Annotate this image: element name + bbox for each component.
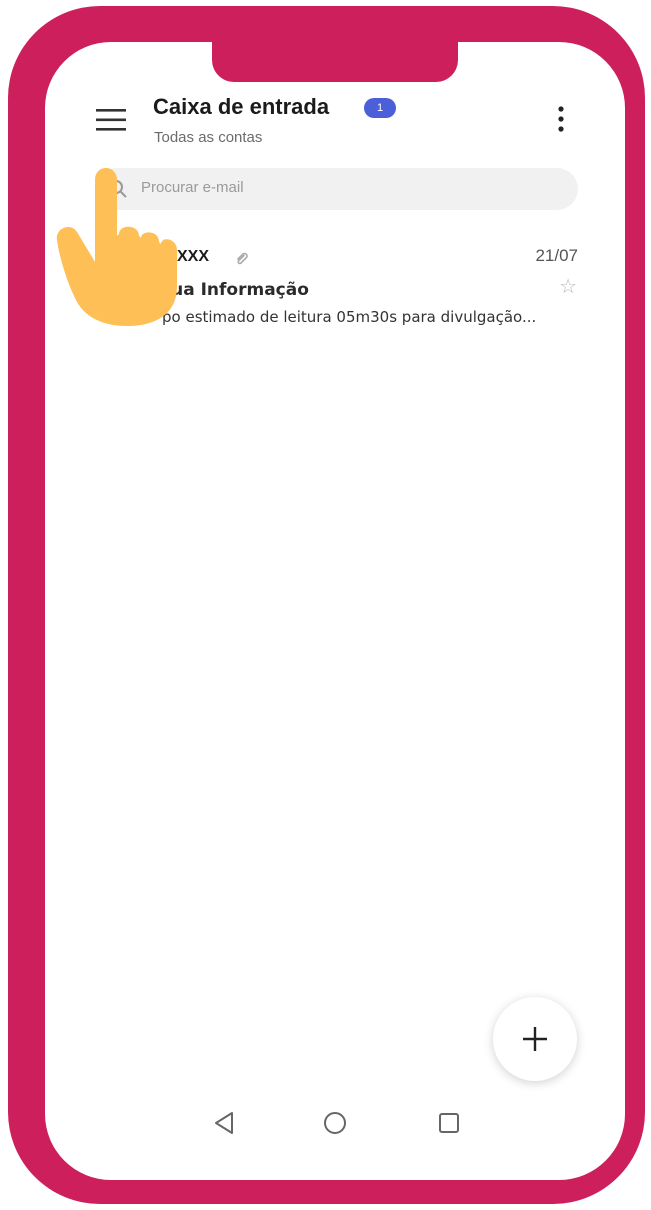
star-icon[interactable]: ☆ (559, 277, 577, 297)
hand-pointer-icon (55, 158, 185, 330)
account-subtitle: Todas as contas (154, 129, 263, 146)
kebab-icon[interactable] (553, 104, 569, 134)
plus-icon (523, 1027, 547, 1051)
phone-notch (212, 42, 458, 82)
paperclip-icon (234, 250, 250, 266)
back-icon[interactable] (212, 1110, 238, 1136)
recents-icon[interactable] (436, 1110, 462, 1136)
unread-count-badge: 1 (364, 98, 396, 118)
page-title: Caixa de entrada (153, 94, 330, 119)
compose-button[interactable] (493, 997, 577, 1081)
email-date: 21/07 (535, 246, 578, 265)
email-preview: po estimado de leitura 05m30s para divul… (162, 308, 537, 326)
hamburger-icon[interactable] (96, 108, 126, 132)
home-icon[interactable] (322, 1110, 348, 1136)
